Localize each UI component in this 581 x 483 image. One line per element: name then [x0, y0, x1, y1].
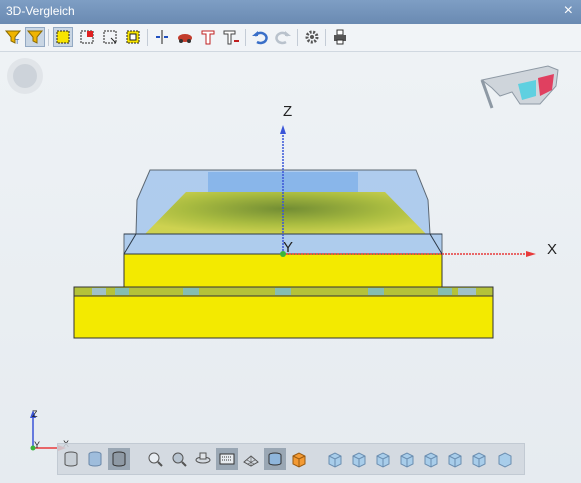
z-axis-label: Z — [283, 103, 292, 120]
select-red-icon[interactable] — [77, 27, 97, 47]
undo-icon[interactable] — [250, 27, 270, 47]
toolbar-separator — [147, 29, 148, 46]
select-outline-icon[interactable] — [100, 27, 120, 47]
cube-orange-icon[interactable] — [288, 448, 310, 470]
app-window: 3D-Vergleich × T Z Y X Z Y — [0, 0, 581, 483]
solid-icon[interactable] — [264, 448, 286, 470]
select-box-icon[interactable] — [53, 27, 73, 47]
toolbar-separator — [48, 29, 49, 46]
zoom-icon[interactable] — [144, 448, 166, 470]
orientation-ball-icon[interactable] — [7, 58, 43, 94]
view-cube-4-icon[interactable] — [396, 448, 418, 470]
rotate-icon[interactable] — [192, 448, 214, 470]
triad-z-label: Z — [32, 409, 38, 419]
toolbar-separator — [297, 29, 298, 46]
select-yellow-icon[interactable] — [123, 27, 143, 47]
filter-active-icon[interactable] — [25, 27, 45, 47]
zoom-fit-icon[interactable] — [168, 448, 190, 470]
car-icon[interactable] — [175, 27, 195, 47]
view-cube-2-icon[interactable] — [348, 448, 370, 470]
cylinder-blue-icon[interactable] — [84, 448, 106, 470]
printer-icon[interactable] — [330, 27, 350, 47]
base-slab[interactable] — [73, 295, 494, 339]
title-bar: 3D-Vergleich × — [0, 0, 581, 24]
t-tool-icon[interactable] — [198, 27, 218, 47]
svg-text:T: T — [15, 39, 20, 46]
gear-icon[interactable] — [302, 27, 322, 47]
window-title: 3D-Vergleich — [6, 4, 75, 18]
x-axis-arrow — [526, 251, 536, 257]
layer-segment — [458, 288, 476, 295]
redo-icon[interactable] — [273, 27, 293, 47]
3d-glasses-icon[interactable] — [480, 65, 559, 109]
layer-segment — [115, 288, 129, 295]
toolbar-separator — [325, 29, 326, 46]
middle-block[interactable] — [123, 253, 443, 288]
layer-segment — [275, 288, 291, 295]
toolbar-separator — [245, 29, 246, 46]
layer-segment — [92, 288, 106, 295]
inner-component[interactable] — [145, 192, 426, 234]
view-cube-extra-icon[interactable] — [494, 448, 516, 470]
view-cube-1-icon[interactable] — [324, 448, 346, 470]
filter-icon[interactable]: T — [3, 27, 23, 47]
view-cube-5-icon[interactable] — [420, 448, 442, 470]
triad-y-label: Y — [34, 440, 40, 450]
close-button[interactable]: × — [564, 2, 573, 20]
x-axis-label: X — [547, 241, 557, 258]
keyboard-icon[interactable] — [216, 448, 238, 470]
view-cube-7-icon[interactable] — [468, 448, 490, 470]
layer-segment — [183, 288, 199, 295]
toolbar: T — [0, 24, 581, 52]
cylinder-dark-icon[interactable] — [108, 448, 130, 470]
z-axis-arrow — [280, 125, 286, 134]
wireframe-icon[interactable] — [240, 448, 262, 470]
cylinder-grey-icon[interactable] — [60, 448, 82, 470]
t-tool-sub-icon[interactable] — [221, 27, 241, 47]
section-icon[interactable] — [152, 27, 172, 47]
view-toolbar — [57, 443, 525, 475]
layer-segment — [368, 288, 384, 295]
y-axis-label: Y — [283, 239, 293, 256]
layer-segment — [438, 288, 452, 295]
3d-viewport[interactable]: Z Y X Z Y X — [0, 52, 581, 483]
view-cube-3-icon[interactable] — [372, 448, 394, 470]
view-cube-6-icon[interactable] — [444, 448, 466, 470]
